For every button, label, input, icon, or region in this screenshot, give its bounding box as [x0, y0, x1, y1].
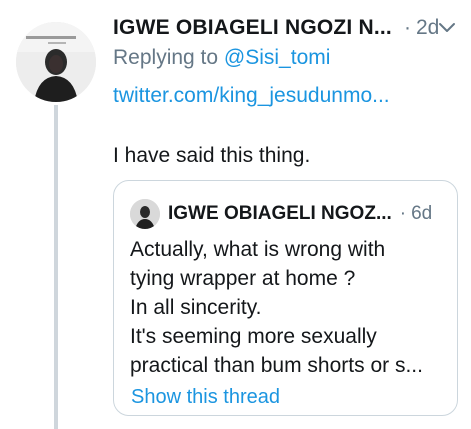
quoted-author-avatar: [130, 199, 160, 229]
tweet-link[interactable]: twitter.com/king_jesudunmo...: [113, 84, 390, 108]
quoted-author-display-name: IGWE OBIAGELI NGOZ...: [168, 203, 392, 224]
quoted-avatar-image: [130, 199, 160, 229]
show-thread-link[interactable]: Show this thread: [131, 386, 280, 409]
quoted-text-line: It's seeming more sexually: [130, 325, 377, 348]
quoted-text-line: Actually, what is wrong with: [130, 238, 386, 261]
avatar-image: [16, 22, 96, 102]
quoted-text-line: tying wrapper at home ?: [130, 267, 356, 290]
header-separator: ·: [403, 16, 411, 39]
quoted-header-separator: ·: [399, 203, 407, 224]
tweet[interactable]: IGWE OBIAGELI NGOZI N... · 2d Replying t…: [0, 0, 471, 429]
quoted-tweet-timestamp: 6d: [411, 203, 433, 224]
thread-connector-line: [54, 105, 58, 429]
quoted-tweet-text: Actually, what is wrong with tying wrapp…: [130, 235, 450, 380]
chevron-down-icon[interactable]: [437, 20, 457, 36]
tweet-text: I have said this thing.: [113, 144, 311, 167]
replying-to-prefix: Replying to: [113, 46, 224, 69]
author-avatar[interactable]: [16, 22, 96, 102]
quoted-text-line: In all sincerity.: [130, 296, 262, 319]
author-display-name[interactable]: IGWE OBIAGELI NGOZI N...: [113, 16, 392, 40]
quoted-tweet-header: IGWE OBIAGELI NGOZ... · 6d: [168, 199, 432, 229]
quoted-tweet-card[interactable]: IGWE OBIAGELI NGOZ... · 6d Actually, wha…: [113, 180, 458, 416]
quoted-text-line: practical than bum shorts or s...: [130, 354, 423, 377]
replying-to: Replying to @Sisi_tomi: [113, 46, 330, 70]
tweet-header: IGWE OBIAGELI NGOZI N... · 2d: [113, 12, 439, 44]
tweet-timestamp[interactable]: 2d: [416, 16, 439, 40]
reply-mention-link[interactable]: @Sisi_tomi: [224, 46, 331, 69]
